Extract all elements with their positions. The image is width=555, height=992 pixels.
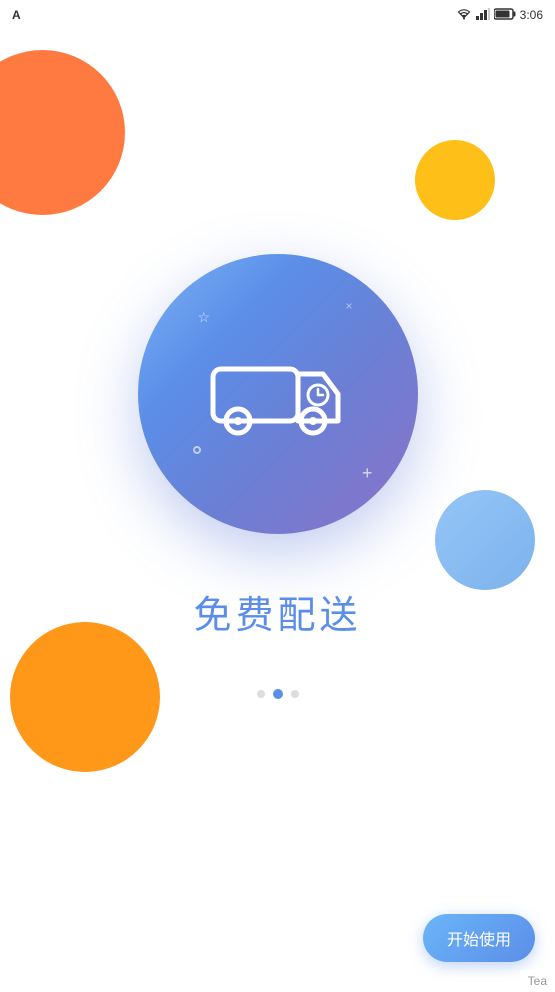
main-content: ☆ × + 免费配送 bbox=[0, 0, 555, 992]
start-button[interactable]: 开始使用 bbox=[423, 914, 535, 962]
battery-icon bbox=[494, 8, 516, 23]
pagination-dots bbox=[257, 689, 299, 699]
pagination-dot-3[interactable] bbox=[291, 690, 299, 698]
dot-decoration-1 bbox=[193, 446, 201, 454]
page-title: 免费配送 bbox=[193, 584, 361, 639]
wifi-icon bbox=[456, 8, 472, 23]
star-decoration-1: ☆ bbox=[198, 309, 211, 326]
pagination-dot-1[interactable] bbox=[257, 690, 265, 698]
app-icon: A bbox=[12, 8, 21, 22]
truck-illustration bbox=[198, 334, 358, 454]
plus-decoration: + bbox=[362, 463, 373, 484]
status-bar: A 3:06 bbox=[0, 0, 555, 30]
star-decoration-2: × bbox=[345, 299, 352, 313]
main-illustration-circle: ☆ × + bbox=[138, 254, 418, 534]
pagination-dot-2[interactable] bbox=[273, 689, 283, 699]
time-display: 3:06 bbox=[520, 8, 543, 22]
status-indicators: 3:06 bbox=[456, 8, 543, 23]
signal-icon bbox=[476, 8, 490, 23]
tea-label: Tea bbox=[520, 970, 555, 992]
